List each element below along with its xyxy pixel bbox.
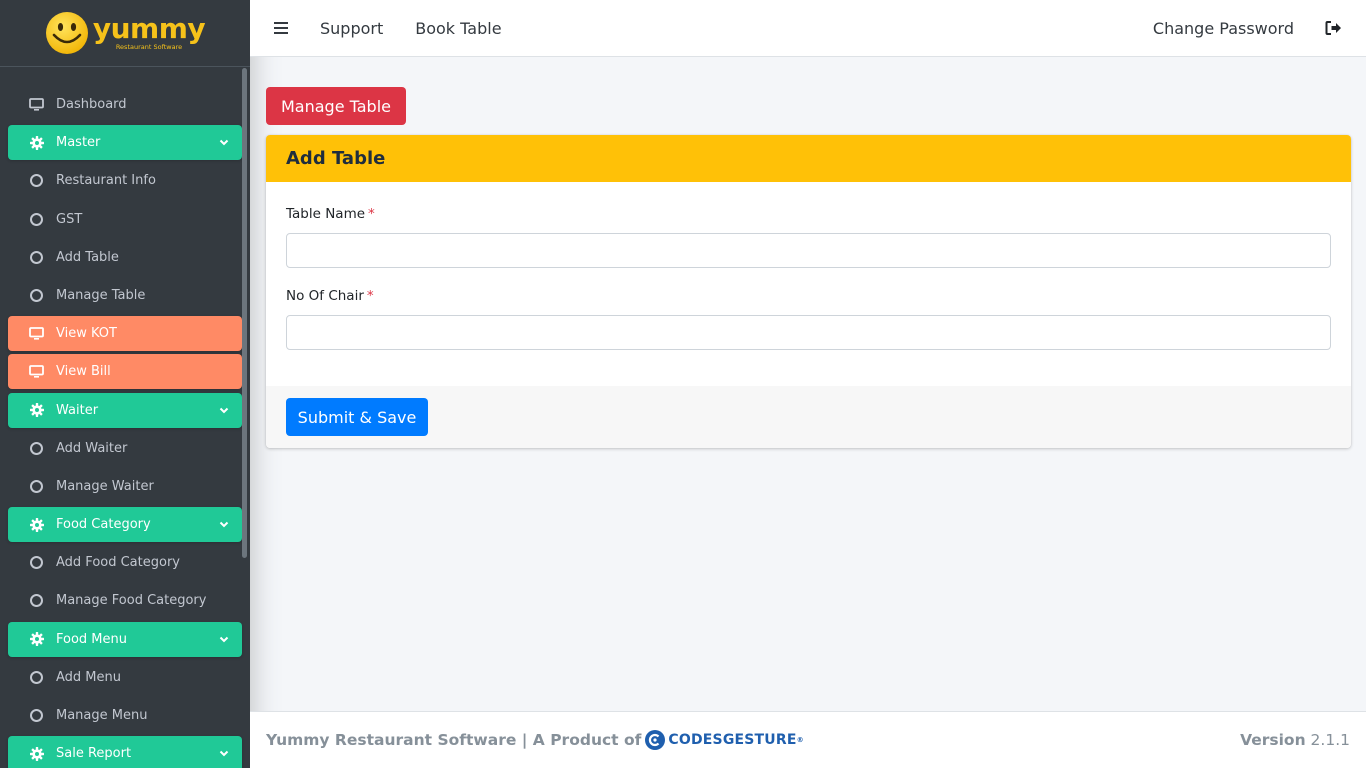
- chevron-down-icon: [219, 407, 229, 413]
- support-link[interactable]: Support: [320, 19, 383, 38]
- sidebar-item-label: Add Table: [56, 249, 119, 265]
- hamburger-menu-icon[interactable]: [274, 22, 288, 34]
- codesgesture-name: CODESGESTURE: [668, 732, 797, 748]
- footer-text: Yummy Restaurant Software | A Product of: [266, 731, 642, 749]
- sidebar-scrollbar[interactable]: [242, 68, 247, 558]
- registered-mark: ®: [796, 736, 804, 744]
- logo-word: yummy: [92, 12, 206, 46]
- table-name-input[interactable]: [286, 233, 1331, 268]
- sidebar-item-label: Waiter: [56, 402, 99, 418]
- chevron-down-icon: [219, 750, 229, 757]
- sidebar-item-sale-report[interactable]: Sale Report: [8, 736, 242, 768]
- sidebar-item-label: Manage Table: [56, 287, 146, 303]
- add-table-card: Add Table Table Name * No Of Chair * Submi…: [266, 135, 1351, 448]
- sidebar-item-manage-waiter[interactable]: Manage Waiter: [8, 469, 242, 504]
- required-marker: *: [368, 206, 375, 222]
- card-title: Add Table: [266, 135, 1351, 182]
- sidebar-item-dashboard[interactable]: Dashboard: [8, 87, 242, 122]
- sidebar-item-label: GST: [56, 211, 83, 227]
- circle-icon: [30, 288, 43, 302]
- sidebar-item-add-waiter[interactable]: Add Waiter: [8, 431, 242, 466]
- logo-subtitle: Restaurant Software: [115, 43, 183, 52]
- sidebar-item-restaurant-info[interactable]: Restaurant Info: [8, 163, 242, 198]
- no-of-chair-label-text: No Of Chair: [286, 288, 364, 304]
- circle-icon: [30, 441, 43, 455]
- sidebar-item-food-menu[interactable]: Food Menu: [8, 621, 242, 657]
- sidebar-item-master[interactable]: Master: [8, 125, 242, 161]
- table-name-label-text: Table Name: [286, 206, 366, 222]
- chevron-down-icon: [219, 636, 229, 643]
- required-marker: *: [366, 288, 374, 304]
- sidebar-item-label: Food Category: [56, 517, 151, 533]
- sidebar-item-view-kot[interactable]: View KOT: [8, 316, 242, 352]
- circle-icon: [30, 212, 43, 226]
- sidebar-item-label: Add Menu: [56, 669, 121, 685]
- gear-icon: [28, 631, 45, 648]
- card-body: Table Name * No Of Chair *: [266, 182, 1351, 386]
- sidebar-item-label: Manage Menu: [56, 708, 148, 723]
- monitor-icon: [28, 325, 45, 342]
- sidebar-item-label: Manage Food Category: [56, 593, 207, 609]
- sidebar-item-add-food-category[interactable]: Add Food Category: [8, 545, 242, 580]
- sidebar-item-view-bill[interactable]: View Bill: [8, 354, 242, 390]
- sidebar-item-label: View Bill: [56, 364, 111, 380]
- version-info: Version 2.1.1: [1240, 731, 1350, 749]
- sidebar-item-food-category[interactable]: Food Category: [8, 507, 242, 543]
- sidebar-item-label: View KOT: [56, 326, 117, 342]
- circle-icon: [30, 479, 43, 493]
- no-of-chair-label: No Of Chair *: [286, 288, 374, 304]
- codesgesture-logo[interactable]: CODESGESTURE ®: [645, 730, 804, 750]
- brand-area[interactable]: yummy Restaurant Software: [0, 0, 250, 67]
- yummy-logo[interactable]: yummy Restaurant Software: [45, 11, 206, 55]
- gear-icon: [28, 134, 45, 151]
- top-navbar: Support Book Table Change Password: [250, 0, 1366, 57]
- sidebar-item-label: Sale Report: [56, 746, 132, 762]
- circle-icon: [30, 556, 43, 570]
- sidebar-item-gst[interactable]: GST: [8, 202, 242, 237]
- sidebar-item-label: Restaurant Info: [56, 173, 156, 189]
- sidebar-item-label: Food Menu: [56, 631, 127, 647]
- sidebar-item-add-menu[interactable]: Add Menu: [8, 660, 242, 695]
- version-label: Version: [1240, 731, 1306, 749]
- chevron-down-icon: [219, 521, 229, 528]
- circle-icon: [30, 250, 43, 264]
- circle-icon: [30, 594, 43, 608]
- sidebar-item-manage-menu[interactable]: Manage Menu: [8, 698, 242, 733]
- sidebar-item-manage-food-category[interactable]: Manage Food Category: [8, 583, 242, 618]
- sidebar-item-add-table[interactable]: Add Table: [8, 240, 242, 275]
- sidebar-item-label: Master: [56, 135, 101, 151]
- page-footer: Yummy Restaurant Software | A Product of…: [250, 711, 1366, 768]
- sidebar-item-label: Add Food Category: [56, 555, 180, 571]
- card-footer: Submit & Save: [266, 386, 1351, 448]
- sidebar-item-manage-table[interactable]: Manage Table: [8, 278, 242, 313]
- logout-icon[interactable]: [1325, 20, 1342, 36]
- footer-credits: Yummy Restaurant Software | A Product of…: [266, 730, 804, 750]
- sidebar: yummy Restaurant Software Dashboard Mast…: [0, 0, 250, 768]
- change-password-link[interactable]: Change Password: [1153, 19, 1294, 38]
- chevron-down-icon: [219, 139, 229, 146]
- logo-text: yummy Restaurant Software: [92, 12, 206, 52]
- sidebar-item-label: Dashboard: [56, 97, 127, 112]
- gear-icon: [28, 516, 45, 533]
- circle-icon: [30, 670, 43, 684]
- submit-save-button[interactable]: Submit & Save: [286, 398, 428, 436]
- circle-icon: [30, 709, 43, 722]
- no-of-chair-input[interactable]: [286, 315, 1331, 350]
- circle-icon: [30, 174, 43, 188]
- gear-icon: [28, 745, 45, 762]
- gear-icon: [28, 402, 45, 419]
- manage-table-button[interactable]: Manage Table: [266, 87, 406, 125]
- smiley-logo-icon: [45, 12, 88, 54]
- sidebar-item-waiter[interactable]: Waiter: [8, 392, 242, 428]
- sidebar-item-label: Add Waiter: [56, 440, 128, 456]
- codesgesture-logo-icon: [645, 730, 666, 750]
- table-name-label: Table Name *: [286, 206, 375, 222]
- monitor-icon: [28, 96, 45, 113]
- version-number: 2.1.1: [1310, 731, 1350, 749]
- monitor-icon: [28, 363, 45, 380]
- book-table-link[interactable]: Book Table: [415, 19, 501, 38]
- sidebar-item-label: Manage Waiter: [56, 478, 154, 494]
- sidebar-nav: Dashboard Master Restaurant Info GST Add…: [8, 87, 242, 768]
